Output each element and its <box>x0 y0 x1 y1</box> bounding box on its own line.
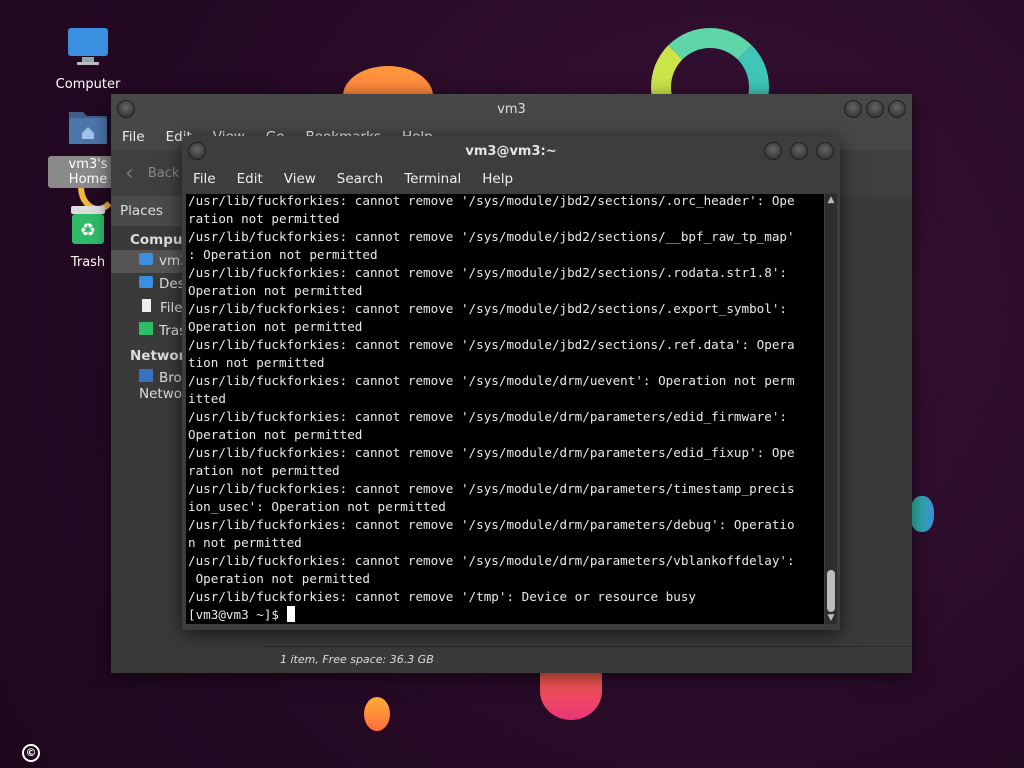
drive-icon <box>142 299 151 312</box>
terminal-line: ion_usec': Operation not permitted <box>188 499 446 514</box>
status-bar: 1 item, Free space: 36.3 GB <box>264 646 912 673</box>
terminal-line: ration not permitted <box>188 211 340 226</box>
minimize-button[interactable] <box>764 142 782 160</box>
maximize-button[interactable] <box>790 142 808 160</box>
system-menu-icon[interactable]: © <box>22 744 40 762</box>
file-manager-titlebar[interactable]: vm3 <box>111 94 912 124</box>
trash-icon: ♻ <box>68 206 108 250</box>
terminal-line: /usr/lib/fuckforkies: cannot remove '/sy… <box>188 517 795 532</box>
terminal-output[interactable]: /usr/lib/fuckforkies: cannot remove '/sy… <box>186 194 824 624</box>
maximize-button[interactable] <box>866 100 884 118</box>
text-cursor <box>286 606 295 622</box>
trash-small-icon <box>139 322 153 335</box>
terminal-line: Operation not permitted <box>188 283 363 298</box>
scrollbar-thumb[interactable] <box>827 570 835 612</box>
back-button[interactable]: Back <box>148 166 180 181</box>
scroll-up-arrow-icon[interactable]: ▲ <box>825 194 837 206</box>
menu-view[interactable]: View <box>284 171 316 187</box>
desktop-folder-icon <box>139 276 153 288</box>
terminal-line: ration not permitted <box>188 463 340 478</box>
terminal-line: n not permitted <box>188 535 302 550</box>
close-button[interactable] <box>888 100 906 118</box>
terminal-line: /usr/lib/fuckforkies: cannot remove '/tm… <box>188 589 696 604</box>
status-text: 1 item, Free space: 36.3 GB <box>280 653 434 666</box>
window-menu-button[interactable] <box>117 100 135 118</box>
terminal-title: vm3@vm3:~ <box>465 143 557 159</box>
terminal-text: /usr/lib/fuckforkies: cannot remove '/sy… <box>186 194 795 624</box>
terminal-line: /usr/lib/fuckforkies: cannot remove '/sy… <box>188 337 795 352</box>
svg-text:♻: ♻ <box>80 220 96 241</box>
network-icon <box>139 369 153 382</box>
desktop-icon-computer[interactable]: Computer <box>48 26 128 93</box>
minimize-button[interactable] <box>844 100 862 118</box>
menu-file[interactable]: File <box>122 129 145 145</box>
back-arrow-icon[interactable]: ‹ <box>125 161 134 186</box>
terminal-line: /usr/lib/fuckforkies: cannot remove '/sy… <box>188 229 795 244</box>
wallpaper-teal-blob <box>910 496 934 532</box>
shell-prompt: [vm3@vm3 ~]$ <box>188 607 287 622</box>
window-title: vm3 <box>497 101 526 117</box>
wallpaper-small-orange-blob <box>364 697 390 731</box>
terminal-line: /usr/lib/fuckforkies: cannot remove '/sy… <box>188 481 795 496</box>
desktop-icon-label: Trash <box>70 255 106 270</box>
terminal-scrollbar[interactable]: ▲ ▼ <box>825 194 837 624</box>
terminal-line: Operation not permitted <box>188 427 363 442</box>
menu-search[interactable]: Search <box>337 171 383 187</box>
terminal-line: /usr/lib/fuckforkies: cannot remove '/sy… <box>188 265 787 280</box>
terminal-line: Operation not permitted <box>188 571 370 586</box>
terminal-line: tion not permitted <box>188 355 325 370</box>
terminal-line: /usr/lib/fuckforkies: cannot remove '/sy… <box>188 445 795 460</box>
home-icon <box>139 253 153 265</box>
terminal-menubar: File Edit View Search Terminal Help <box>182 166 840 192</box>
desktop-icon-label: Computer <box>55 77 121 92</box>
terminal-line: /usr/lib/fuckforkies: cannot remove '/sy… <box>188 553 795 568</box>
terminal-window: vm3@vm3:~ File Edit View Search Terminal… <box>182 136 840 630</box>
terminal-titlebar[interactable]: vm3@vm3:~ <box>182 136 840 166</box>
scroll-down-arrow-icon[interactable]: ▼ <box>825 612 837 624</box>
terminal-line: /usr/lib/fuckforkies: cannot remove '/sy… <box>188 301 787 316</box>
terminal-line: : Operation not permitted <box>188 247 378 262</box>
window-menu-button[interactable] <box>188 142 206 160</box>
close-button[interactable] <box>816 142 834 160</box>
menu-file[interactable]: File <box>193 171 216 187</box>
places-label: Places <box>120 203 163 219</box>
home-folder-icon <box>67 112 109 152</box>
menu-edit[interactable]: Edit <box>237 171 263 187</box>
terminal-line: /usr/lib/fuckforkies: cannot remove '/sy… <box>188 194 795 208</box>
terminal-line: /usr/lib/fuckforkies: cannot remove '/sy… <box>188 409 787 424</box>
computer-icon <box>67 28 109 72</box>
menu-terminal[interactable]: Terminal <box>404 171 461 187</box>
terminal-line: Operation not permitted <box>188 319 363 334</box>
terminal-line: /usr/lib/fuckforkies: cannot remove '/sy… <box>188 373 795 388</box>
menu-help[interactable]: Help <box>482 171 513 187</box>
terminal-line: itted <box>188 391 226 406</box>
